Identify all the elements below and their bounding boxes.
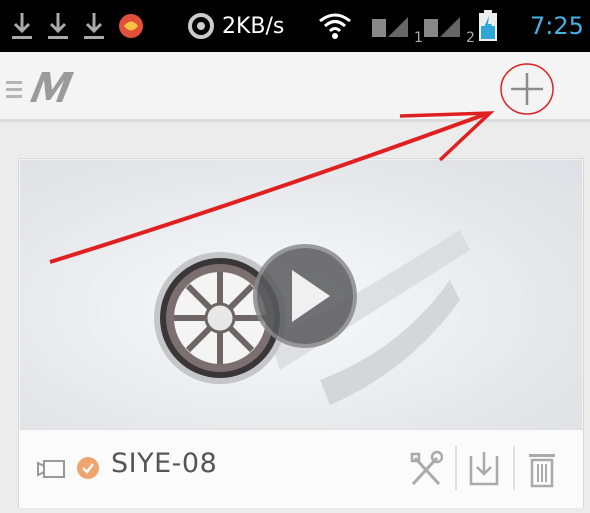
- wifi-icon: [318, 0, 352, 52]
- download-icon: [82, 0, 106, 52]
- download-icon: [46, 0, 70, 52]
- network-speed: 2KB/s: [222, 13, 285, 39]
- device-name: SIYE-08: [111, 448, 218, 479]
- logo-mark: [30, 72, 74, 102]
- delete-icon[interactable]: [525, 450, 559, 488]
- sync-icon: [186, 0, 216, 52]
- status-bar: 2KB/s 1 2 7:25: [0, 0, 590, 52]
- signal-icon: [372, 0, 412, 52]
- online-status-icon: [77, 457, 99, 479]
- clock: 7:25: [530, 12, 584, 40]
- plus-icon: [500, 63, 554, 115]
- action-divider: [513, 446, 515, 490]
- add-button[interactable]: [498, 60, 556, 118]
- play-icon[interactable]: [253, 244, 357, 348]
- camera-device-icon: [35, 458, 67, 484]
- device-toolbar: SIYE-08: [19, 429, 583, 508]
- app-bar: [0, 52, 590, 122]
- action-divider: [455, 446, 457, 490]
- video-thumbnail[interactable]: [20, 160, 582, 430]
- signal-icon: [424, 0, 464, 52]
- download-icon[interactable]: [467, 450, 501, 488]
- settings-tools-icon[interactable]: [409, 450, 444, 488]
- download-icon: [10, 0, 34, 52]
- app-logo: [28, 70, 80, 108]
- device-card[interactable]: SIYE-08: [18, 158, 584, 508]
- app-notification-icon: [116, 0, 146, 52]
- battery-charging-icon: [478, 0, 498, 52]
- device-list: SIYE-08: [0, 122, 590, 513]
